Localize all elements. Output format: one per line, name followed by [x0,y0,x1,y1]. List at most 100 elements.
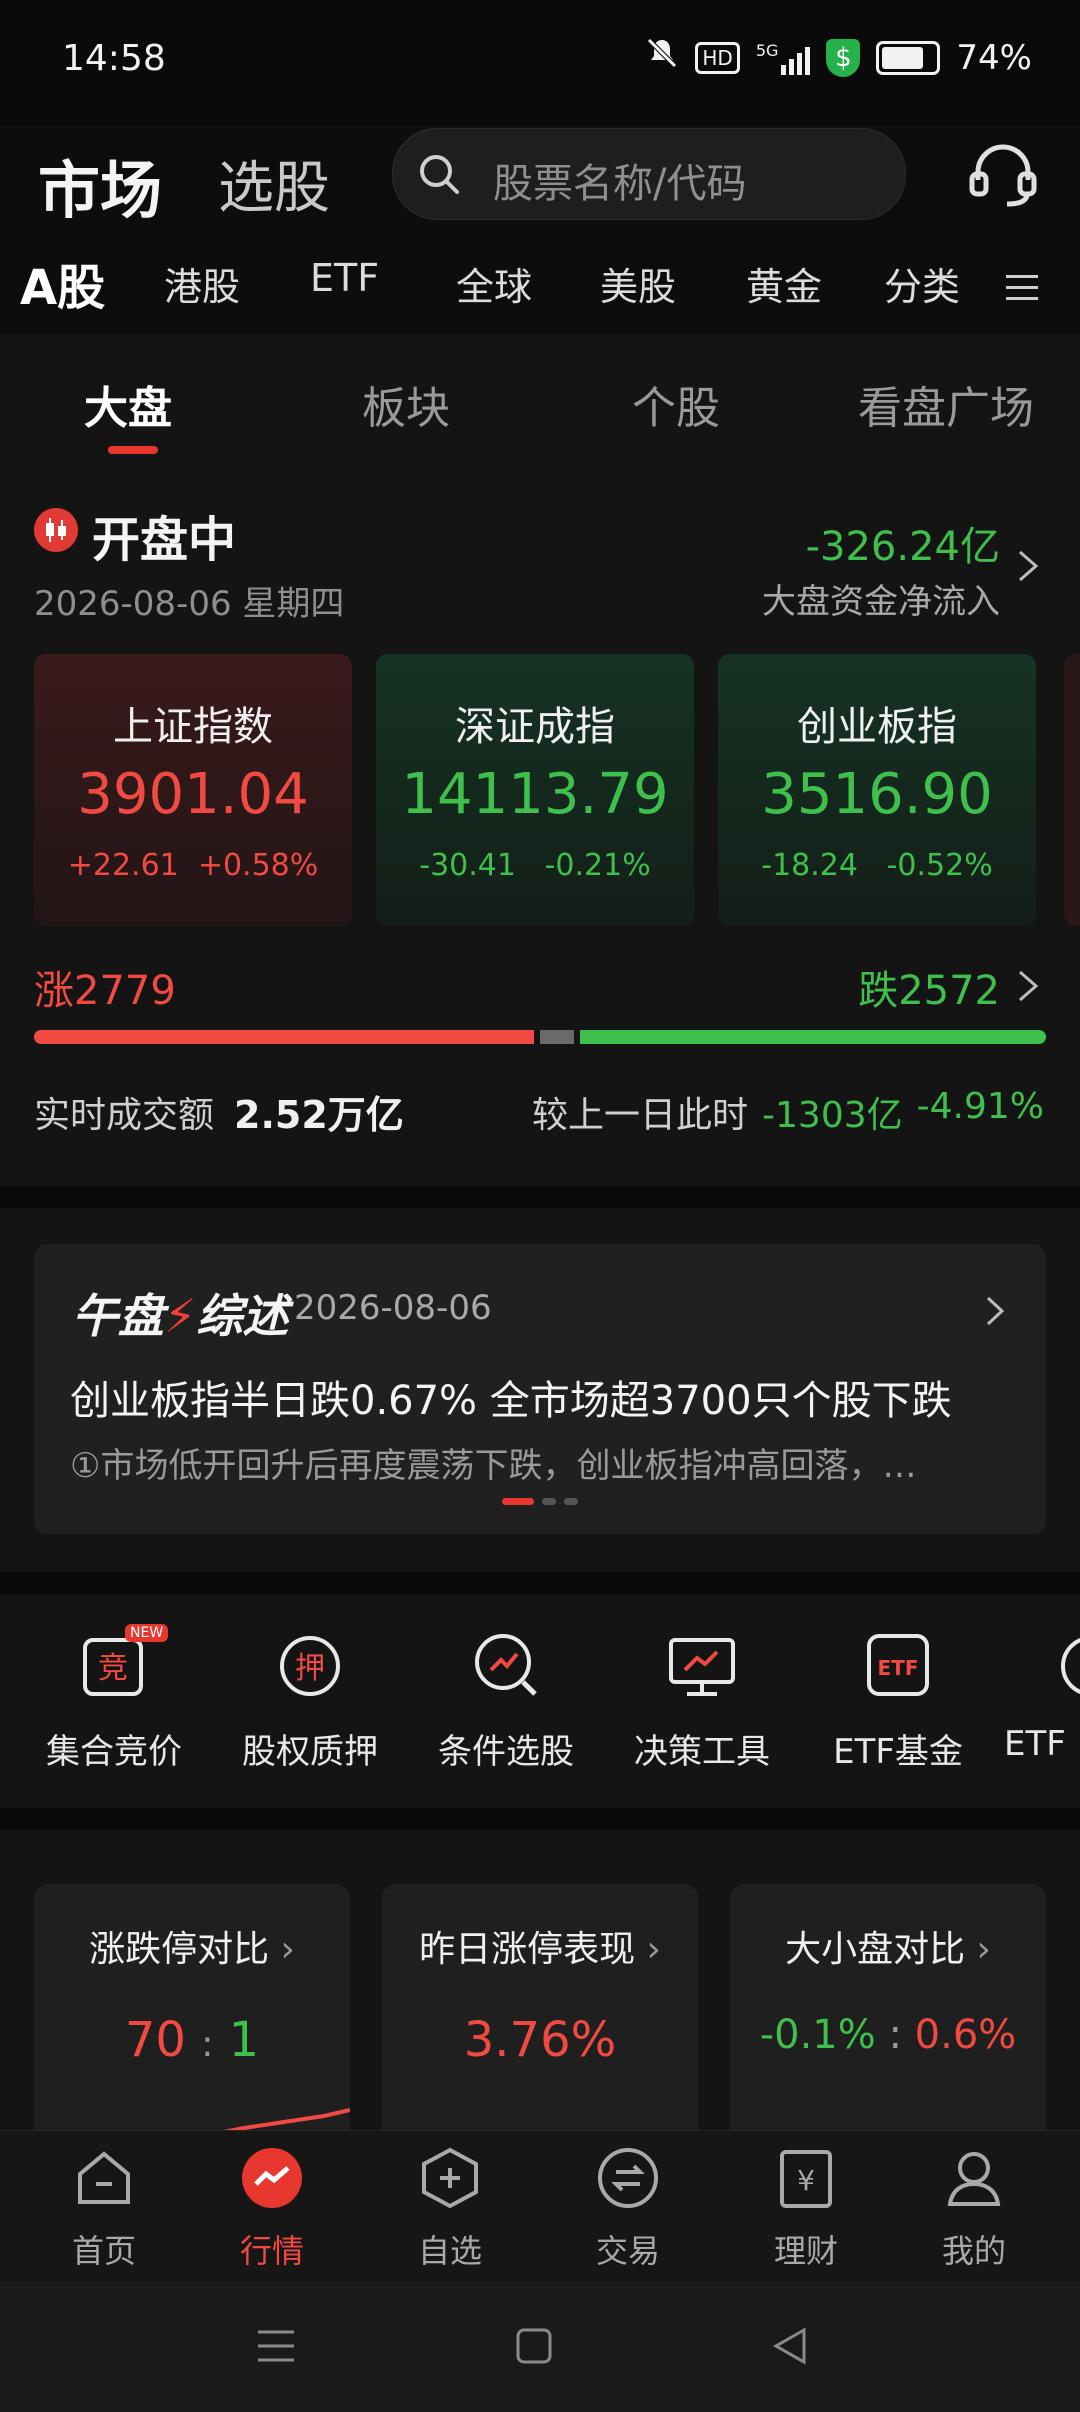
home-button-icon[interactable] [514,2326,554,2366]
noon-summary-card[interactable]: 午盘⚡综述 2026-08-06 创业板指半日跌0.67% 全市场超3700只个… [34,1244,1046,1534]
tool-label: 集合竞价 [46,1732,182,1772]
subtab-indicator [108,446,158,454]
market-status: 开盘中 [92,512,237,568]
fall-count[interactable]: 跌2572 [858,958,1000,1016]
limit-up-down-card[interactable]: 涨跌停对比 › 70 : 1 [34,1884,350,2144]
mute-icon [645,36,679,79]
tab-a-shares[interactable]: A股 [20,248,105,318]
card-value: 3.76% [463,2012,617,2068]
section-divider [0,1572,1080,1594]
tool-label: 决策工具 [634,1732,770,1772]
tool-label: 条件选股 [438,1732,574,1772]
customer-service-icon[interactable] [966,138,1040,212]
condition-pick-icon [471,1630,541,1700]
watchlist-icon [422,2147,478,2209]
noon-summary-date: 2026-08-06 [294,1288,492,1328]
network-type: 5G [755,40,779,60]
tool-etf-more[interactable]: ETF [1004,1630,1080,1764]
net-flow-value[interactable]: -326.24亿 [806,514,1000,572]
flat-bar [540,1030,574,1044]
tool-condition-pick[interactable]: 条件选股 [416,1630,596,1773]
nav-trade[interactable]: 交易 [568,2146,688,2272]
card-title: 涨跌停对比 › [89,1929,295,1970]
rise-bar [34,1030,534,1044]
nav-home[interactable]: 首页 [44,2146,164,2272]
chevron-right-icon[interactable] [1016,548,1040,584]
index-card-partial[interactable] [1064,654,1080,926]
svg-text:竞: 竞 [98,1651,128,1686]
subtab-stocks[interactable]: 个股 [632,372,720,436]
yesterday-limit-up-card[interactable]: 昨日涨停表现 › 3.76% [382,1884,698,2144]
market-icon [242,2148,302,2208]
trade-icon [598,2148,658,2208]
search-input[interactable]: 股票名称/代码 [392,128,906,220]
nav-label: 行情 [239,2232,304,2270]
turnover-value: 2.52万亿 [234,1093,404,1137]
turnover-compare: 较上一日此时 -1303亿 -4.91% [532,1086,1044,1138]
index-name: 创业板指 [797,704,957,750]
nav-watchlist[interactable]: 自选 [390,2146,510,2272]
svg-text:ETF: ETF [878,1656,919,1680]
tab-market[interactable]: 市场 [38,140,162,230]
index-value: 3516.90 [761,762,993,827]
noon-summary-subtitle: ①市场低开回升后再度震荡下跌，创业板指冲高回落，… [70,1446,917,1486]
index-change: -18.24 -0.52% [761,848,993,883]
noon-summary-logo: 午盘⚡综述 [72,1289,289,1343]
large-small-cap-card[interactable]: 大小盘对比 › -0.1% : 0.6% [730,1884,1046,2144]
card-value: -0.1% : 0.6% [759,2012,1017,2058]
tab-hk-shares[interactable]: 港股 [164,256,240,311]
tab-stock-pick[interactable]: 选股 [218,143,330,224]
tab-gold[interactable]: 黄金 [746,256,822,311]
menu-icon[interactable] [1004,272,1040,304]
carousel-dot [564,1498,578,1505]
market-tabs: A股 港股 ETF 全球 美股 黄金 分类 [0,248,1080,328]
index-card-shanghai[interactable]: 上证指数 3901.04 +22.61 +0.58% [34,654,352,926]
svg-text:押: 押 [295,1651,325,1686]
tool-label: 股权质押 [242,1732,378,1772]
tab-category[interactable]: 分类 [884,256,960,311]
rise-count[interactable]: 涨2779 [34,958,176,1016]
nav-label: 自选 [417,2232,482,2270]
subtab-sectors[interactable]: 板块 [362,372,450,436]
subtab-overview[interactable]: 大盘 [84,372,172,436]
etf-fund-icon: ETF [863,1630,933,1700]
card-value: 70 : 1 [124,2012,260,2068]
compare-value: -1303亿 [762,1095,903,1136]
index-card-chinext[interactable]: 创业板指 3516.90 -18.24 -0.52% [718,654,1036,926]
battery-percent: 74% [956,37,1032,78]
tool-label: ETF [1004,1724,1066,1764]
index-card-shenzhen[interactable]: 深证成指 14113.79 -30.41 -0.21% [376,654,694,926]
net-flow-label[interactable]: 大盘资金净流入 [762,574,1000,623]
recent-apps-icon[interactable] [256,2326,296,2366]
tool-equity-pledge[interactable]: 押 股权质押 [220,1630,400,1773]
tab-us-shares[interactable]: 美股 [600,256,676,311]
noon-summary-title: 创业板指半日跌0.67% 全市场超3700只个股下跌 [70,1378,952,1424]
nav-profile[interactable]: 我的 [914,2146,1034,2272]
back-icon[interactable] [770,2326,810,2366]
nav-market[interactable]: 行情 [212,2146,332,2272]
svg-text:¥: ¥ [797,2164,815,2197]
search-icon [420,155,459,194]
compare-pct: -4.91% [916,1086,1044,1127]
card-title: 大小盘对比 › [785,1929,991,1970]
subtab-square[interactable]: 看盘广场 [858,372,1034,436]
turnover-label: 实时成交额 [34,1095,215,1136]
index-value: 3901.04 [77,762,309,827]
index-name: 上证指数 [113,704,273,750]
tab-etf[interactable]: ETF [310,256,379,300]
tool-etf-fund[interactable]: ETF ETF基金 [808,1630,988,1773]
tool-label: ETF基金 [833,1732,963,1772]
index-name: 深证成指 [455,704,615,750]
status-icons: HD 5G $ 74% [645,36,1032,79]
market-date: 2026-08-06 星期四 [34,584,345,624]
tab-global[interactable]: 全球 [456,256,532,311]
nav-label: 我的 [941,2232,1006,2270]
chevron-right-icon[interactable] [1016,968,1040,1004]
tool-call-auction[interactable]: 竞 NEW 集合竞价 [24,1624,204,1773]
home-icon [78,2151,130,2204]
tool-decision[interactable]: 决策工具 [612,1630,792,1773]
chevron-right-icon[interactable] [984,1294,1006,1328]
profile-icon [947,2152,1001,2206]
nav-finance[interactable]: ¥ 理财 [746,2146,866,2272]
nav-label: 交易 [595,2232,660,2270]
